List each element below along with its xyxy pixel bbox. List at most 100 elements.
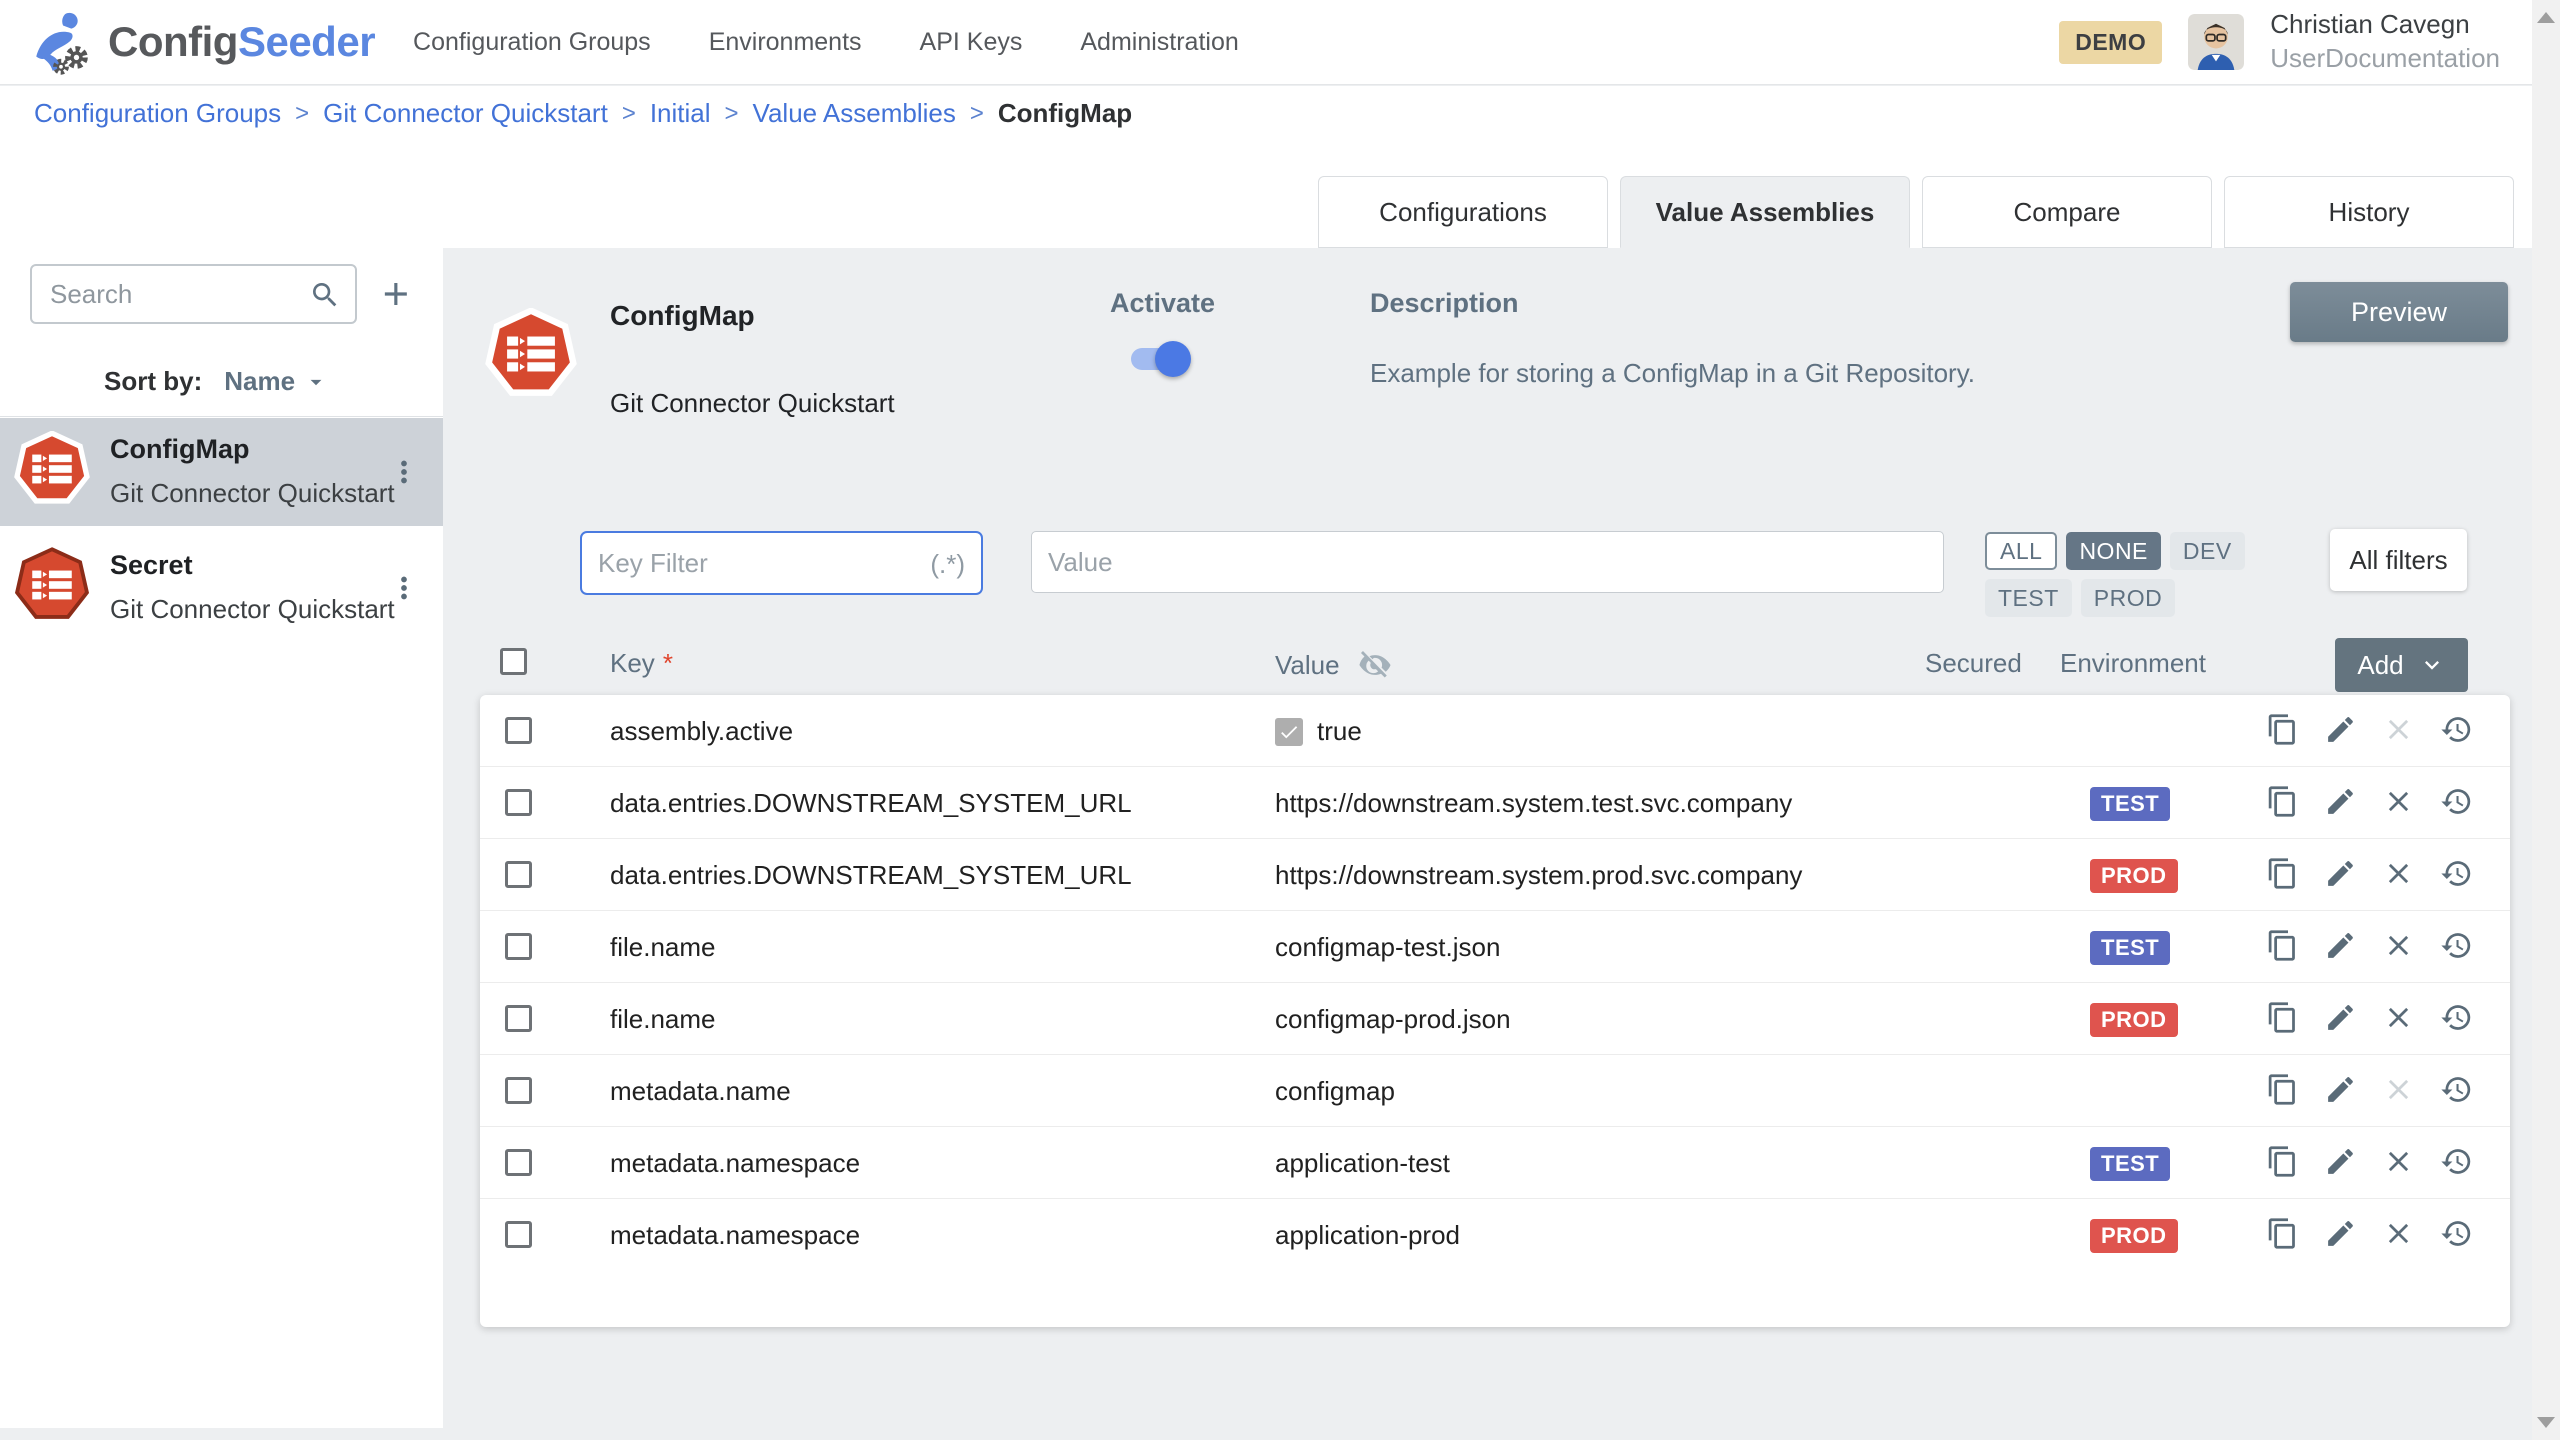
environment-chips: ALL NONE DEV TEST PROD [1985, 532, 2325, 617]
row-value: application-prod [1275, 1220, 1460, 1251]
delete-icon[interactable] [2382, 785, 2415, 818]
user-info[interactable]: Christian Cavegn UserDocumentation [2270, 8, 2500, 76]
history-icon[interactable] [2440, 1073, 2473, 1106]
sidebar-item-secret[interactable]: Secret Git Connector Quickstart [0, 534, 443, 642]
delete-icon[interactable] [2382, 857, 2415, 890]
history-icon[interactable] [2440, 1001, 2473, 1034]
row-checkbox[interactable] [505, 1005, 532, 1032]
value-filter-input[interactable] [1032, 532, 1943, 592]
row-value: https://downstream.system.prod.svc.compa… [1275, 860, 1802, 891]
sidebar-search [30, 264, 357, 324]
edit-icon[interactable] [2324, 1145, 2357, 1178]
history-icon[interactable] [2440, 1145, 2473, 1178]
item-menu-icon[interactable] [387, 568, 421, 608]
row-key: metadata.namespace [610, 1220, 860, 1251]
nav-administration[interactable]: Administration [1080, 28, 1238, 57]
add-value-assembly-icon[interactable] [377, 275, 415, 313]
copy-icon[interactable] [2266, 857, 2299, 890]
all-filters-button[interactable]: All filters [2330, 529, 2467, 591]
copy-icon[interactable] [2266, 1073, 2299, 1106]
avatar-image [2188, 14, 2244, 70]
user-name: Christian Cavegn [2270, 8, 2500, 42]
copy-icon[interactable] [2266, 1001, 2299, 1034]
breadcrumb-value-assemblies[interactable]: Value Assemblies [753, 98, 956, 129]
brand-logo[interactable]: ConfigSeeder [28, 9, 375, 75]
chip-dev[interactable]: DEV [2170, 532, 2245, 570]
copy-icon[interactable] [2266, 929, 2299, 962]
row-checkbox[interactable] [505, 1149, 532, 1176]
edit-icon[interactable] [2324, 1073, 2357, 1106]
history-icon[interactable] [2440, 713, 2473, 746]
edit-icon[interactable] [2324, 1001, 2357, 1034]
nav-api-keys[interactable]: API Keys [920, 28, 1023, 57]
tab-compare[interactable]: Compare [1922, 176, 2212, 248]
search-icon[interactable] [309, 279, 341, 311]
breadcrumb-strip: Configuration Groups > Git Connector Qui… [0, 86, 2560, 248]
tab-configurations[interactable]: Configurations [1318, 176, 1608, 248]
copy-icon[interactable] [2266, 785, 2299, 818]
row-value: configmap-test.json [1275, 932, 1500, 963]
delete-icon[interactable] [2382, 929, 2415, 962]
user-org: UserDocumentation [2270, 42, 2500, 76]
column-key: Key* [610, 648, 673, 679]
preview-button[interactable]: Preview [2290, 282, 2508, 342]
chip-test[interactable]: TEST [1985, 579, 2072, 617]
search-input[interactable] [32, 266, 355, 322]
environment-badge: TEST [2090, 931, 2170, 965]
page-scrollbar[interactable] [2532, 0, 2560, 1440]
edit-icon[interactable] [2324, 785, 2357, 818]
breadcrumb-initial[interactable]: Initial [650, 98, 711, 129]
copy-icon[interactable] [2266, 713, 2299, 746]
item-menu-icon[interactable] [387, 452, 421, 492]
row-checkbox[interactable] [505, 717, 532, 744]
history-icon[interactable] [2440, 785, 2473, 818]
scroll-down-arrow-icon[interactable] [2537, 1417, 2555, 1428]
history-icon[interactable] [2440, 929, 2473, 962]
edit-icon[interactable] [2324, 857, 2357, 890]
value-filter-field [1031, 531, 1944, 593]
table-row: data.entries.DOWNSTREAM_SYSTEM_URL https… [480, 839, 2510, 911]
row-checkbox[interactable] [505, 933, 532, 960]
select-all-checkbox[interactable] [500, 648, 527, 675]
chip-prod[interactable]: PROD [2081, 579, 2175, 617]
nav-configuration-groups[interactable]: Configuration Groups [413, 28, 651, 57]
scroll-up-arrow-icon[interactable] [2537, 12, 2555, 23]
add-button-label: Add [2357, 650, 2403, 681]
copy-icon[interactable] [2266, 1145, 2299, 1178]
row-key: assembly.active [610, 716, 793, 747]
demo-badge: DEMO [2059, 21, 2162, 64]
nav-environments[interactable]: Environments [709, 28, 862, 57]
breadcrumb-separator: > [295, 100, 309, 128]
breadcrumb-configuration-groups[interactable]: Configuration Groups [34, 98, 281, 129]
delete-icon[interactable] [2382, 1145, 2415, 1178]
sidebar: Sort by: Name ConfigMap Git Connector Qu… [0, 248, 443, 1428]
key-filter-input[interactable] [582, 533, 981, 593]
activate-toggle[interactable] [1131, 348, 1187, 370]
copy-icon[interactable] [2266, 1217, 2299, 1250]
edit-icon[interactable] [2324, 929, 2357, 962]
history-icon[interactable] [2440, 1217, 2473, 1250]
tab-history[interactable]: History [2224, 176, 2514, 248]
history-icon[interactable] [2440, 857, 2473, 890]
add-button[interactable]: Add [2335, 638, 2468, 692]
sidebar-item-configmap[interactable]: ConfigMap Git Connector Quickstart [0, 418, 443, 526]
edit-icon[interactable] [2324, 713, 2357, 746]
breadcrumb-git-connector-quickstart[interactable]: Git Connector Quickstart [323, 98, 608, 129]
edit-icon[interactable] [2324, 1217, 2357, 1250]
hide-values-icon[interactable] [1358, 648, 1392, 682]
row-checkbox[interactable] [505, 1221, 532, 1248]
row-checkbox[interactable] [505, 861, 532, 888]
user-avatar[interactable] [2188, 14, 2244, 70]
chip-none[interactable]: NONE [2066, 532, 2160, 570]
main-navigation: Configuration Groups Environments API Ke… [413, 28, 1239, 57]
chip-all[interactable]: ALL [1985, 532, 2057, 570]
delete-icon[interactable] [2382, 1001, 2415, 1034]
delete-icon[interactable] [2382, 1217, 2415, 1250]
row-checkbox[interactable] [505, 1077, 532, 1104]
environment-badge: TEST [2090, 787, 2170, 821]
sort-value-dropdown[interactable]: Name [224, 366, 329, 397]
brand-name: ConfigSeeder [108, 18, 375, 66]
boolean-checked-icon [1275, 718, 1303, 746]
tab-value-assemblies[interactable]: Value Assemblies [1620, 176, 1910, 248]
row-checkbox[interactable] [505, 789, 532, 816]
